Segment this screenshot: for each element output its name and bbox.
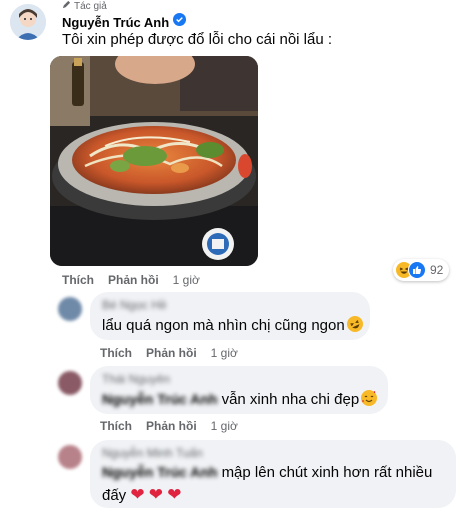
reply-bubble: Nguyễn Minh Tuấn Nguyễn Trúc Anh mập lên… — [90, 440, 456, 508]
pencil-icon — [62, 0, 71, 12]
reaction-summary[interactable]: 92 — [393, 259, 450, 281]
reaction-count: 92 — [430, 263, 444, 277]
heart-emoji: ❤ — [167, 485, 182, 504]
reply-mention[interactable]: Nguyễn Trúc Anh — [102, 464, 217, 480]
reply-author[interactable]: Thái Nguyên — [102, 372, 170, 386]
author-badge: Tác giả — [62, 0, 107, 12]
main-comment-actions: Thích Phản hồi 1 giờ — [62, 273, 200, 287]
author-badge-label: Tác giả — [74, 0, 107, 12]
reply-actions: Thích Phản hồi 1 giờ — [100, 419, 238, 433]
reply-bubble: Bé Ngọc Hề lẩu quá ngon mà nhìn chị cũng… — [90, 292, 370, 340]
rofl-emoji — [346, 316, 363, 332]
reply-text-content: mập lên chút xinh hơn rất nhiều — [221, 464, 433, 481]
smiling-hearts-emoji — [361, 390, 378, 406]
reply-text: lẩu quá ngon mà nhìn chị cũng ngon — [102, 316, 363, 334]
reply-button[interactable]: Phản hồi — [146, 419, 197, 433]
reply-avatar[interactable] — [58, 445, 82, 469]
reply-text-content: vẫn xinh nha chi đẹp — [221, 391, 360, 408]
author-name-row: Nguyễn Trúc Anh — [62, 13, 187, 31]
reply-text-line2: đấy ❤ ❤ ❤ — [102, 485, 181, 505]
reply-text-content: lẩu quá ngon mà nhìn chị cũng ngon — [102, 317, 345, 334]
reply-author[interactable]: Nguyễn Minh Tuấn — [102, 446, 203, 460]
reply-avatar[interactable] — [58, 297, 82, 321]
heart-emoji: ❤ — [130, 485, 145, 504]
heart-emoji: ❤ — [148, 485, 164, 504]
reply-actions: Thích Phản hồi 1 giờ — [100, 346, 238, 360]
reply-mention[interactable]: Nguyễn Trúc Anh — [102, 391, 217, 407]
reply-bubble: Thái Nguyên Nguyễn Trúc Anh vẫn xinh nha… — [90, 366, 388, 414]
reply-button[interactable]: Phản hồi — [146, 346, 197, 360]
reply-text-content: đấy — [102, 487, 127, 504]
verified-icon — [173, 13, 187, 31]
like-button[interactable]: Thích — [100, 419, 132, 433]
reply-avatar[interactable] — [58, 371, 82, 395]
author-name[interactable]: Nguyễn Trúc Anh — [62, 15, 169, 30]
reply-text: Nguyễn Trúc Anh mập lên chút xinh hơn rấ… — [102, 464, 432, 481]
reply-time[interactable]: 1 giờ — [211, 346, 238, 360]
author-avatar[interactable] — [10, 4, 46, 40]
reply-button[interactable]: Phản hồi — [108, 273, 159, 287]
like-button[interactable]: Thích — [62, 273, 94, 287]
reply-text: Nguyễn Trúc Anh vẫn xinh nha chi đẹp — [102, 390, 378, 408]
reply-author[interactable]: Bé Ngọc Hề — [102, 298, 167, 312]
hotpot-photo[interactable] — [50, 56, 258, 266]
like-icon — [408, 261, 426, 279]
like-button[interactable]: Thích — [100, 346, 132, 360]
reply-time[interactable]: 1 giờ — [211, 419, 238, 433]
comment-time[interactable]: 1 giờ — [173, 273, 200, 287]
main-comment-text: Tôi xin phép được đổ lỗi cho cái nồi lẩu… — [62, 31, 333, 48]
